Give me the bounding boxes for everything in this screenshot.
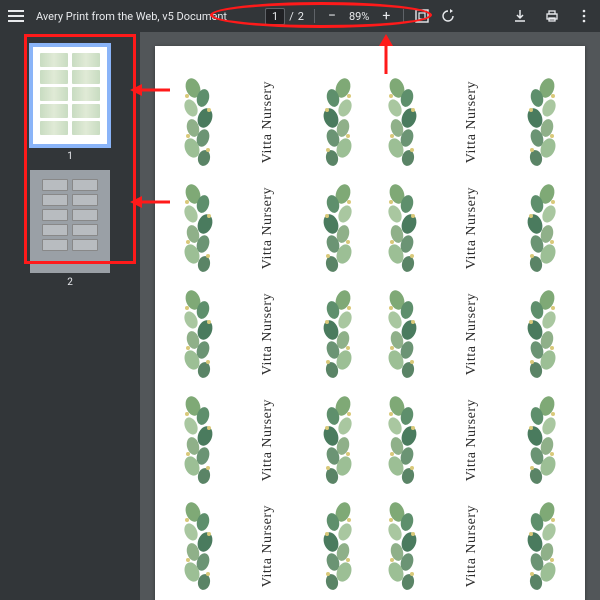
annotation-arrow-thumb2 xyxy=(130,192,174,212)
foliage-left xyxy=(385,500,419,592)
foliage-left xyxy=(385,76,419,168)
business-card: Vitta Nursery xyxy=(385,286,559,382)
card-text: Vitta Nursery xyxy=(464,505,480,587)
thumbnail-1[interactable] xyxy=(30,44,110,147)
separator xyxy=(403,9,404,23)
fit-page-icon[interactable] xyxy=(414,8,430,24)
business-card: Vitta Nursery xyxy=(181,286,355,382)
more-icon[interactable] xyxy=(576,8,592,24)
document-viewport[interactable]: Vitta Nursery Vitta Nursery Vitta Nurser… xyxy=(140,32,600,600)
business-card: Vitta Nursery xyxy=(181,74,355,170)
foliage-right xyxy=(321,182,355,274)
annotation-arrow-thumb1 xyxy=(130,80,174,100)
foliage-right xyxy=(321,394,355,486)
thumbnail-2-wrapper: 2 xyxy=(30,170,110,288)
foliage-left xyxy=(181,76,215,168)
business-card: Vitta Nursery xyxy=(181,392,355,488)
page-total: 2 xyxy=(298,10,304,23)
card-text: Vitta Nursery xyxy=(464,399,480,481)
foliage-right xyxy=(525,182,559,274)
rotate-icon[interactable] xyxy=(440,8,456,24)
business-card: Vitta Nursery xyxy=(181,498,355,594)
business-card: Vitta Nursery xyxy=(385,74,559,170)
separator xyxy=(314,9,315,23)
foliage-right xyxy=(525,76,559,168)
zoom-out-button[interactable]: − xyxy=(325,9,339,23)
foliage-left xyxy=(181,182,215,274)
foliage-left xyxy=(385,182,419,274)
foliage-left xyxy=(385,288,419,380)
page-indicator: 1 / 2 xyxy=(265,8,304,25)
foliage-left xyxy=(385,394,419,486)
business-card: Vitta Nursery xyxy=(385,498,559,594)
menu-icon[interactable] xyxy=(8,8,24,24)
card-text: Vitta Nursery xyxy=(260,505,276,587)
center-controls: 1 / 2 − 89% + xyxy=(265,8,456,25)
card-text: Vitta Nursery xyxy=(260,399,276,481)
page-current-input[interactable]: 1 xyxy=(265,8,285,25)
annotation-arrow-toolbar xyxy=(374,34,398,78)
card-text: Vitta Nursery xyxy=(464,187,480,269)
foliage-right xyxy=(321,76,355,168)
business-card: Vitta Nursery xyxy=(181,180,355,276)
thumbnail-sidebar: 1 2 xyxy=(0,32,140,600)
foliage-right xyxy=(525,500,559,592)
foliage-left xyxy=(181,288,215,380)
foliage-left xyxy=(181,394,215,486)
document-title: Avery Print from the Web, v5 Document xyxy=(36,10,227,23)
main-area: 1 2 Vitta Nursery Vitta Nursery Vitta Nu… xyxy=(0,32,600,600)
download-icon[interactable] xyxy=(512,8,528,24)
foliage-right xyxy=(321,500,355,592)
foliage-right xyxy=(525,394,559,486)
thumbnail-1-number: 1 xyxy=(67,151,73,162)
right-controls xyxy=(512,8,592,24)
zoom-value: 89% xyxy=(349,10,369,23)
foliage-right xyxy=(525,288,559,380)
card-text: Vitta Nursery xyxy=(464,293,480,375)
thumbnail-2-number: 2 xyxy=(67,277,73,288)
foliage-right xyxy=(321,288,355,380)
thumbnail-1-wrapper: 1 xyxy=(30,44,110,162)
card-text: Vitta Nursery xyxy=(260,293,276,375)
page-1: Vitta Nursery Vitta Nursery Vitta Nurser… xyxy=(155,46,585,600)
zoom-in-button[interactable]: + xyxy=(379,9,393,23)
foliage-left xyxy=(181,500,215,592)
card-text: Vitta Nursery xyxy=(260,187,276,269)
page-separator: / xyxy=(289,10,294,23)
business-card: Vitta Nursery xyxy=(385,180,559,276)
card-text: Vitta Nursery xyxy=(464,81,480,163)
business-card: Vitta Nursery xyxy=(385,392,559,488)
thumbnail-2[interactable] xyxy=(30,170,110,273)
card-text: Vitta Nursery xyxy=(260,81,276,163)
pdf-toolbar: Avery Print from the Web, v5 Document 1 … xyxy=(0,0,600,32)
print-icon[interactable] xyxy=(544,8,560,24)
